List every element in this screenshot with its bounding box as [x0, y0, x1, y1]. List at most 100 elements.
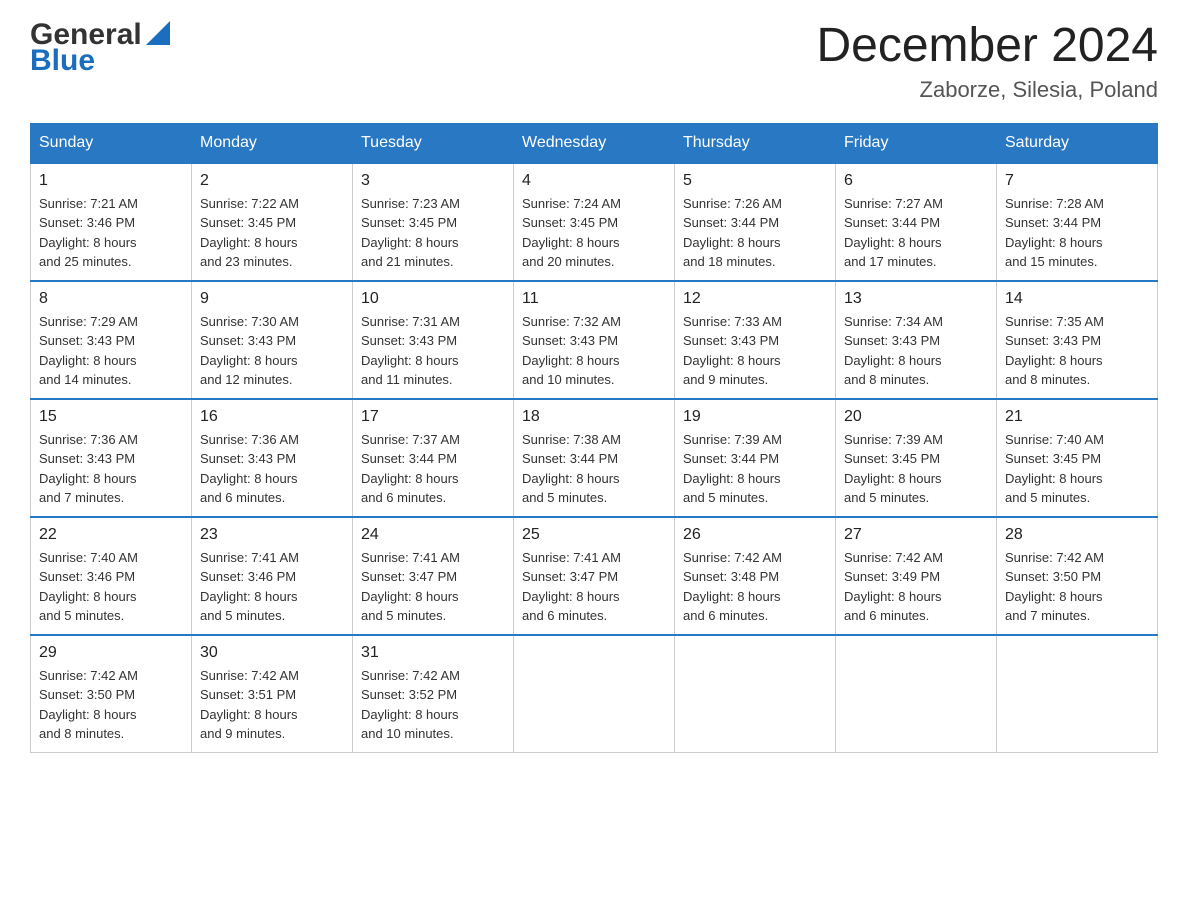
day-number: 9 — [200, 290, 344, 308]
day-number: 8 — [39, 290, 183, 308]
day-info: Sunrise: 7:42 AMSunset: 3:49 PMDaylight:… — [844, 548, 988, 626]
calendar-cell: 24 Sunrise: 7:41 AMSunset: 3:47 PMDaylig… — [353, 517, 514, 635]
calendar-cell: 19 Sunrise: 7:39 AMSunset: 3:44 PMDaylig… — [675, 399, 836, 517]
calendar-cell: 10 Sunrise: 7:31 AMSunset: 3:43 PMDaylig… — [353, 281, 514, 399]
day-info: Sunrise: 7:34 AMSunset: 3:43 PMDaylight:… — [844, 312, 988, 390]
month-title: December 2024 — [816, 20, 1158, 73]
day-number: 14 — [1005, 290, 1149, 308]
day-number: 2 — [200, 172, 344, 190]
calendar-cell: 15 Sunrise: 7:36 AMSunset: 3:43 PMDaylig… — [31, 399, 192, 517]
location-text: Zaborze, Silesia, Poland — [816, 77, 1158, 103]
day-info: Sunrise: 7:27 AMSunset: 3:44 PMDaylight:… — [844, 194, 988, 272]
day-number: 29 — [39, 644, 183, 662]
calendar-cell — [836, 635, 997, 753]
day-number: 11 — [522, 290, 666, 308]
day-info: Sunrise: 7:33 AMSunset: 3:43 PMDaylight:… — [683, 312, 827, 390]
calendar-cell: 14 Sunrise: 7:35 AMSunset: 3:43 PMDaylig… — [997, 281, 1158, 399]
day-info: Sunrise: 7:42 AMSunset: 3:50 PMDaylight:… — [1005, 548, 1149, 626]
calendar-cell: 13 Sunrise: 7:34 AMSunset: 3:43 PMDaylig… — [836, 281, 997, 399]
day-number: 1 — [39, 172, 183, 190]
day-number: 6 — [844, 172, 988, 190]
day-info: Sunrise: 7:23 AMSunset: 3:45 PMDaylight:… — [361, 194, 505, 272]
weekday-header-friday: Friday — [836, 123, 997, 163]
day-info: Sunrise: 7:42 AMSunset: 3:51 PMDaylight:… — [200, 666, 344, 744]
calendar-cell: 3 Sunrise: 7:23 AMSunset: 3:45 PMDayligh… — [353, 163, 514, 281]
calendar-cell: 20 Sunrise: 7:39 AMSunset: 3:45 PMDaylig… — [836, 399, 997, 517]
day-info: Sunrise: 7:39 AMSunset: 3:44 PMDaylight:… — [683, 430, 827, 508]
calendar-table: SundayMondayTuesdayWednesdayThursdayFrid… — [30, 123, 1158, 753]
calendar-cell: 2 Sunrise: 7:22 AMSunset: 3:45 PMDayligh… — [192, 163, 353, 281]
day-info: Sunrise: 7:26 AMSunset: 3:44 PMDaylight:… — [683, 194, 827, 272]
day-info: Sunrise: 7:35 AMSunset: 3:43 PMDaylight:… — [1005, 312, 1149, 390]
week-row-1: 1 Sunrise: 7:21 AMSunset: 3:46 PMDayligh… — [31, 163, 1158, 281]
logo-blue-text: Blue — [30, 46, 95, 76]
day-number: 18 — [522, 408, 666, 426]
day-number: 4 — [522, 172, 666, 190]
day-info: Sunrise: 7:24 AMSunset: 3:45 PMDaylight:… — [522, 194, 666, 272]
calendar-cell — [514, 635, 675, 753]
day-number: 5 — [683, 172, 827, 190]
calendar-cell: 22 Sunrise: 7:40 AMSunset: 3:46 PMDaylig… — [31, 517, 192, 635]
day-number: 23 — [200, 526, 344, 544]
calendar-cell: 27 Sunrise: 7:42 AMSunset: 3:49 PMDaylig… — [836, 517, 997, 635]
calendar-cell — [997, 635, 1158, 753]
weekday-header-wednesday: Wednesday — [514, 123, 675, 163]
weekday-header-thursday: Thursday — [675, 123, 836, 163]
day-number: 27 — [844, 526, 988, 544]
day-number: 17 — [361, 408, 505, 426]
day-number: 25 — [522, 526, 666, 544]
calendar-cell: 29 Sunrise: 7:42 AMSunset: 3:50 PMDaylig… — [31, 635, 192, 753]
day-info: Sunrise: 7:30 AMSunset: 3:43 PMDaylight:… — [200, 312, 344, 390]
day-number: 19 — [683, 408, 827, 426]
day-info: Sunrise: 7:22 AMSunset: 3:45 PMDaylight:… — [200, 194, 344, 272]
calendar-cell: 5 Sunrise: 7:26 AMSunset: 3:44 PMDayligh… — [675, 163, 836, 281]
day-info: Sunrise: 7:42 AMSunset: 3:48 PMDaylight:… — [683, 548, 827, 626]
day-info: Sunrise: 7:42 AMSunset: 3:50 PMDaylight:… — [39, 666, 183, 744]
calendar-cell: 1 Sunrise: 7:21 AMSunset: 3:46 PMDayligh… — [31, 163, 192, 281]
weekday-header-sunday: Sunday — [31, 123, 192, 163]
calendar-cell: 16 Sunrise: 7:36 AMSunset: 3:43 PMDaylig… — [192, 399, 353, 517]
week-row-2: 8 Sunrise: 7:29 AMSunset: 3:43 PMDayligh… — [31, 281, 1158, 399]
day-info: Sunrise: 7:28 AMSunset: 3:44 PMDaylight:… — [1005, 194, 1149, 272]
day-info: Sunrise: 7:41 AMSunset: 3:47 PMDaylight:… — [361, 548, 505, 626]
calendar-cell: 30 Sunrise: 7:42 AMSunset: 3:51 PMDaylig… — [192, 635, 353, 753]
calendar-cell: 8 Sunrise: 7:29 AMSunset: 3:43 PMDayligh… — [31, 281, 192, 399]
day-number: 22 — [39, 526, 183, 544]
day-number: 28 — [1005, 526, 1149, 544]
day-number: 26 — [683, 526, 827, 544]
calendar-cell: 12 Sunrise: 7:33 AMSunset: 3:43 PMDaylig… — [675, 281, 836, 399]
day-number: 7 — [1005, 172, 1149, 190]
day-number: 16 — [200, 408, 344, 426]
day-info: Sunrise: 7:41 AMSunset: 3:47 PMDaylight:… — [522, 548, 666, 626]
day-number: 20 — [844, 408, 988, 426]
day-number: 10 — [361, 290, 505, 308]
calendar-cell: 18 Sunrise: 7:38 AMSunset: 3:44 PMDaylig… — [514, 399, 675, 517]
day-info: Sunrise: 7:38 AMSunset: 3:44 PMDaylight:… — [522, 430, 666, 508]
calendar-cell: 6 Sunrise: 7:27 AMSunset: 3:44 PMDayligh… — [836, 163, 997, 281]
week-row-4: 22 Sunrise: 7:40 AMSunset: 3:46 PMDaylig… — [31, 517, 1158, 635]
day-info: Sunrise: 7:40 AMSunset: 3:46 PMDaylight:… — [39, 548, 183, 626]
weekday-header-row: SundayMondayTuesdayWednesdayThursdayFrid… — [31, 123, 1158, 163]
day-number: 3 — [361, 172, 505, 190]
weekday-header-tuesday: Tuesday — [353, 123, 514, 163]
day-info: Sunrise: 7:29 AMSunset: 3:43 PMDaylight:… — [39, 312, 183, 390]
calendar-cell: 11 Sunrise: 7:32 AMSunset: 3:43 PMDaylig… — [514, 281, 675, 399]
day-number: 12 — [683, 290, 827, 308]
calendar-cell: 25 Sunrise: 7:41 AMSunset: 3:47 PMDaylig… — [514, 517, 675, 635]
day-info: Sunrise: 7:40 AMSunset: 3:45 PMDaylight:… — [1005, 430, 1149, 508]
day-info: Sunrise: 7:31 AMSunset: 3:43 PMDaylight:… — [361, 312, 505, 390]
calendar-cell: 26 Sunrise: 7:42 AMSunset: 3:48 PMDaylig… — [675, 517, 836, 635]
calendar-cell: 23 Sunrise: 7:41 AMSunset: 3:46 PMDaylig… — [192, 517, 353, 635]
day-info: Sunrise: 7:36 AMSunset: 3:43 PMDaylight:… — [200, 430, 344, 508]
calendar-cell: 17 Sunrise: 7:37 AMSunset: 3:44 PMDaylig… — [353, 399, 514, 517]
day-number: 31 — [361, 644, 505, 662]
calendar-cell: 28 Sunrise: 7:42 AMSunset: 3:50 PMDaylig… — [997, 517, 1158, 635]
page-header: General Blue December 2024 Zaborze, Sile… — [30, 20, 1158, 103]
day-number: 30 — [200, 644, 344, 662]
day-info: Sunrise: 7:37 AMSunset: 3:44 PMDaylight:… — [361, 430, 505, 508]
calendar-cell: 9 Sunrise: 7:30 AMSunset: 3:43 PMDayligh… — [192, 281, 353, 399]
day-number: 24 — [361, 526, 505, 544]
day-info: Sunrise: 7:41 AMSunset: 3:46 PMDaylight:… — [200, 548, 344, 626]
logo-triangle-icon — [144, 19, 172, 47]
calendar-cell: 31 Sunrise: 7:42 AMSunset: 3:52 PMDaylig… — [353, 635, 514, 753]
